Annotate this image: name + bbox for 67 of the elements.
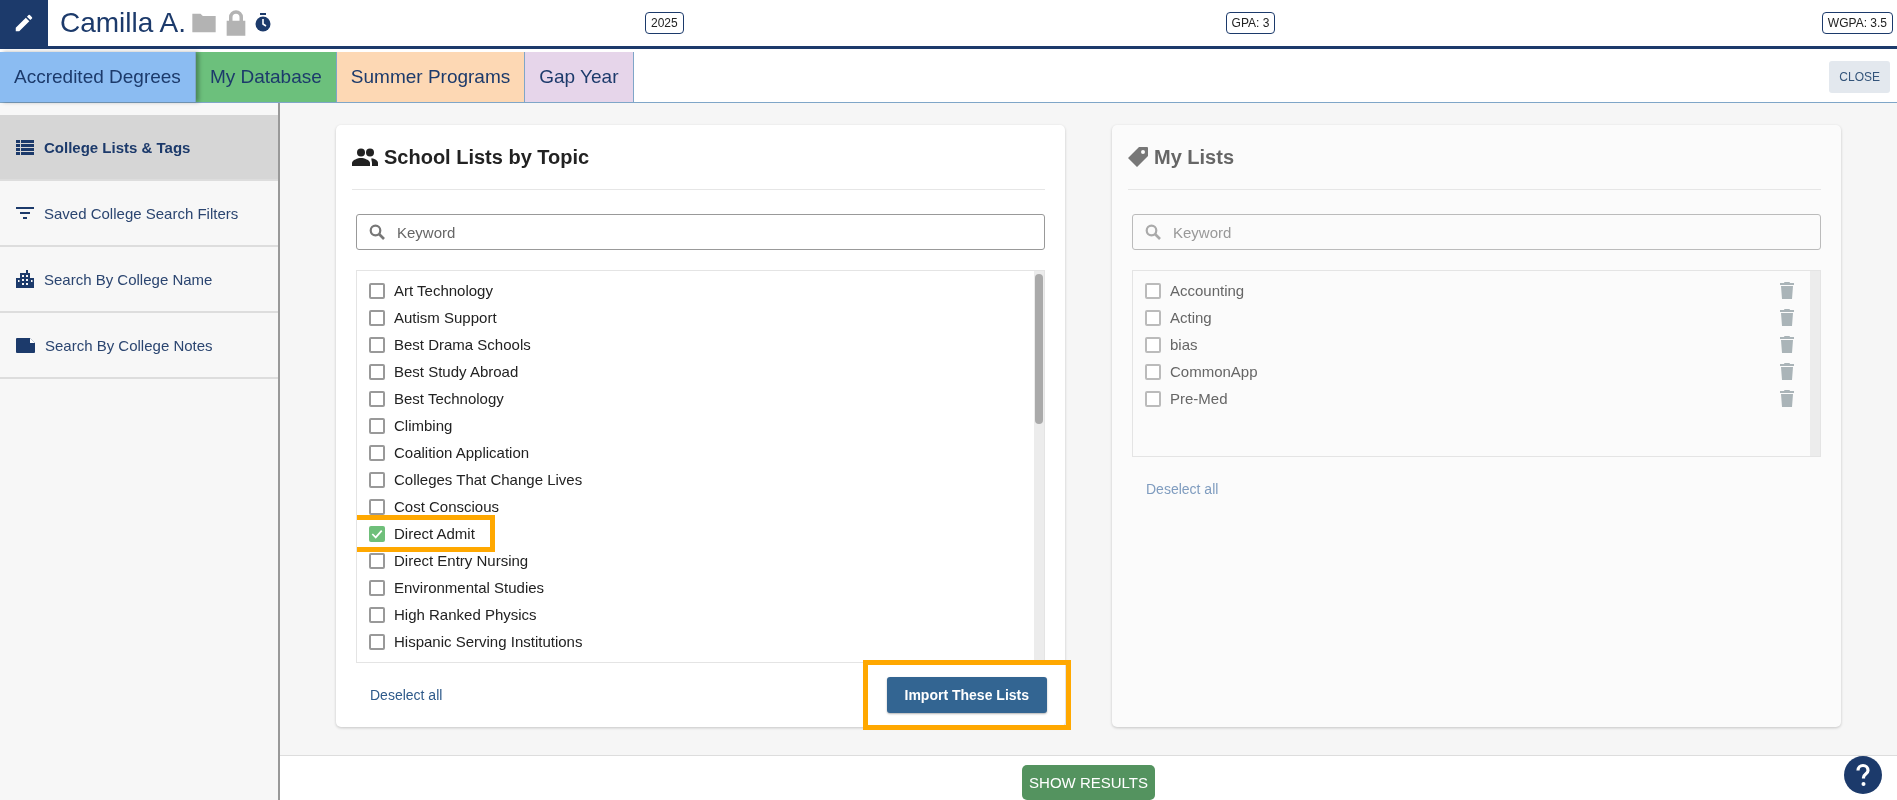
list-label: Cost Conscious <box>394 498 501 515</box>
edit-button[interactable] <box>0 0 48 46</box>
building-icon <box>16 270 34 288</box>
list-label: High Ranked Physics <box>394 606 538 623</box>
pencil-icon <box>13 12 35 34</box>
checkbox[interactable] <box>369 363 385 380</box>
tab[interactable]: Accredited Degrees <box>0 52 196 102</box>
panel-title: School Lists by Topic <box>384 145 590 169</box>
checkbox[interactable] <box>369 282 385 299</box>
checkbox[interactable] <box>369 390 385 407</box>
list-label: Best Technology <box>394 390 505 407</box>
tab[interactable]: Summer Programs <box>336 52 526 102</box>
list-label: Pre-Med <box>1170 390 1229 407</box>
tab[interactable]: Gap Year <box>525 52 634 102</box>
search-icon <box>369 224 385 240</box>
checkbox[interactable] <box>369 309 385 326</box>
list-label: Art Technology <box>394 282 494 299</box>
import-button[interactable]: Import These Lists <box>886 677 1047 713</box>
list-label: bias <box>1170 336 1199 353</box>
tag-icon <box>1128 147 1148 167</box>
list-label: Best Drama Schools <box>394 336 532 353</box>
checkbox[interactable] <box>369 633 385 650</box>
people-icon <box>352 148 378 166</box>
list-label: Coalition Application <box>394 444 531 461</box>
scrollbar[interactable] <box>1034 271 1044 662</box>
checkbox[interactable] <box>369 471 385 488</box>
checkbox[interactable] <box>369 417 385 434</box>
checkbox[interactable] <box>369 552 385 569</box>
scrollbar-thumb[interactable] <box>1035 274 1043 424</box>
sidebar-item[interactable]: Search By College Name <box>0 247 278 313</box>
stopwatch-icon <box>254 13 273 33</box>
list-label: CommonApp <box>1170 363 1259 380</box>
list-label: Climbing <box>394 417 454 434</box>
list-icon <box>16 139 34 155</box>
list-label: Acting <box>1170 309 1213 326</box>
checkbox[interactable] <box>369 525 385 542</box>
show-results-button[interactable]: SHOW RESULTS <box>1022 764 1155 800</box>
list-label: Best Study Abroad <box>394 363 520 380</box>
info-badge: GPA: 3 <box>1225 12 1276 34</box>
folder-icon <box>190 11 219 35</box>
search-field[interactable]: Keyword <box>356 214 1045 250</box>
deselect-all-link[interactable]: Deselect all <box>370 687 443 703</box>
list-label: Hispanic Serving Institutions <box>394 633 584 650</box>
sidebar-item[interactable]: Saved College Search Filters <box>0 181 278 247</box>
list-label: Colleges That Change Lives <box>394 471 584 488</box>
list-label: Direct Admit <box>394 525 476 542</box>
tab[interactable]: My Database <box>195 52 337 102</box>
close-button[interactable]: CLOSE <box>1829 61 1890 93</box>
note-icon <box>16 337 35 353</box>
filter-icon <box>16 207 34 219</box>
info-badge: WGPA: 3.5 <box>1821 12 1893 34</box>
sidebar-item[interactable]: College Lists & Tags <box>0 115 278 181</box>
search-icon <box>1145 224 1161 240</box>
checkbox[interactable] <box>369 579 385 596</box>
sidebar-item[interactable]: Search By College Notes <box>0 313 278 379</box>
list-label: Autism Support <box>394 309 498 326</box>
checkbox[interactable] <box>369 498 385 515</box>
checkbox[interactable] <box>369 444 385 461</box>
panel-title: My Lists <box>1154 145 1235 169</box>
list-label: Environmental Studies <box>394 579 546 596</box>
help-icon[interactable] <box>1844 756 1882 794</box>
list-label: Direct Entry Nursing <box>394 552 530 569</box>
checkbox[interactable] <box>369 606 385 623</box>
list-label: Accounting <box>1170 282 1246 299</box>
student-name: Camilla A. <box>60 7 187 39</box>
checkbox[interactable] <box>369 336 385 353</box>
info-badge: 2025 <box>645 12 684 34</box>
